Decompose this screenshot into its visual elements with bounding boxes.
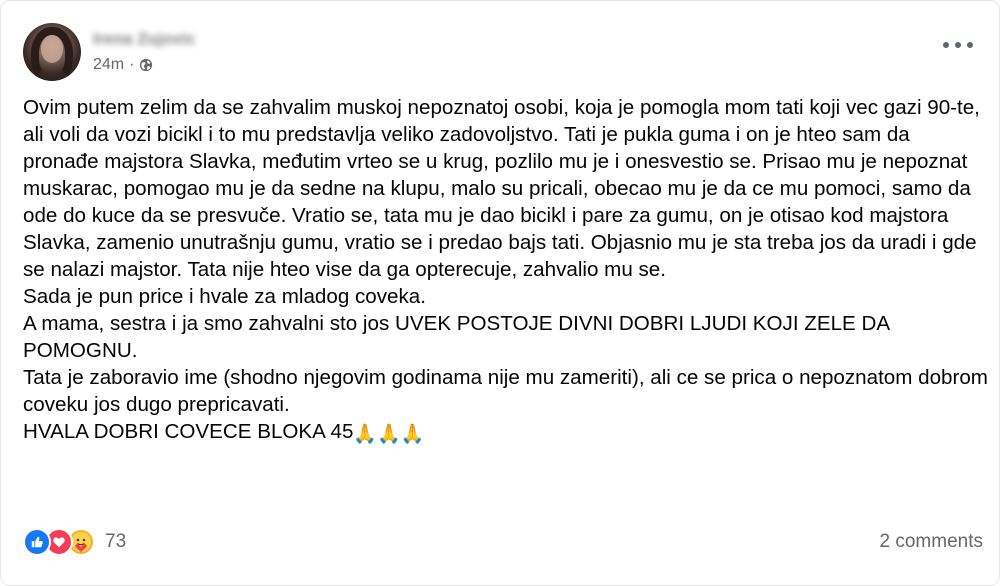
more-options-icon[interactable] [943,35,973,55]
avatar-face [41,35,63,63]
more-dot [943,42,949,48]
post-paragraph: A mama, sestra i ja smo zahvalni sto jos… [23,312,889,362]
author-name[interactable]: Irena Zujovic [93,30,196,50]
post-paragraph: Ovim putem zelim da se zahvalim muskoj n… [23,96,980,281]
post-closing-line: HVALA DOBRI COVECE BLOKA 45🙏🙏🙏 [23,418,989,448]
post-card: Irena Zujovic 24m · Ovim putem zelim da … [0,0,1000,586]
post-text: Ovim putem zelim da se zahvalim muskoj n… [23,94,989,448]
comments-count-link[interactable]: 2 comments [880,531,983,553]
post-paragraph: Sada je pun price i hvale za mladog cove… [23,285,426,308]
post-footer: 73 2 comments [23,525,983,559]
author-avatar[interactable] [23,23,81,81]
post-meta: Irena Zujovic 24m · [93,30,196,74]
reaction-count[interactable]: 73 [105,531,126,553]
post-timestamp[interactable]: 24m [93,56,124,74]
post-paragraph: HVALA DOBRI COVECE BLOKA 45 [23,420,354,443]
post-paragraph: Tata je zaboravio ime (shodno njegovim g… [23,366,988,416]
reactions-summary[interactable]: 73 [23,528,126,556]
post-header: Irena Zujovic 24m · [23,21,196,83]
like-icon [23,528,51,556]
meta-separator: · [129,56,135,73]
post-subline: 24m · [93,56,196,74]
globe-icon[interactable] [139,58,153,72]
more-dot [955,42,961,48]
more-dot [967,42,973,48]
pray-emoji-icon: 🙏🙏🙏 [353,424,425,445]
